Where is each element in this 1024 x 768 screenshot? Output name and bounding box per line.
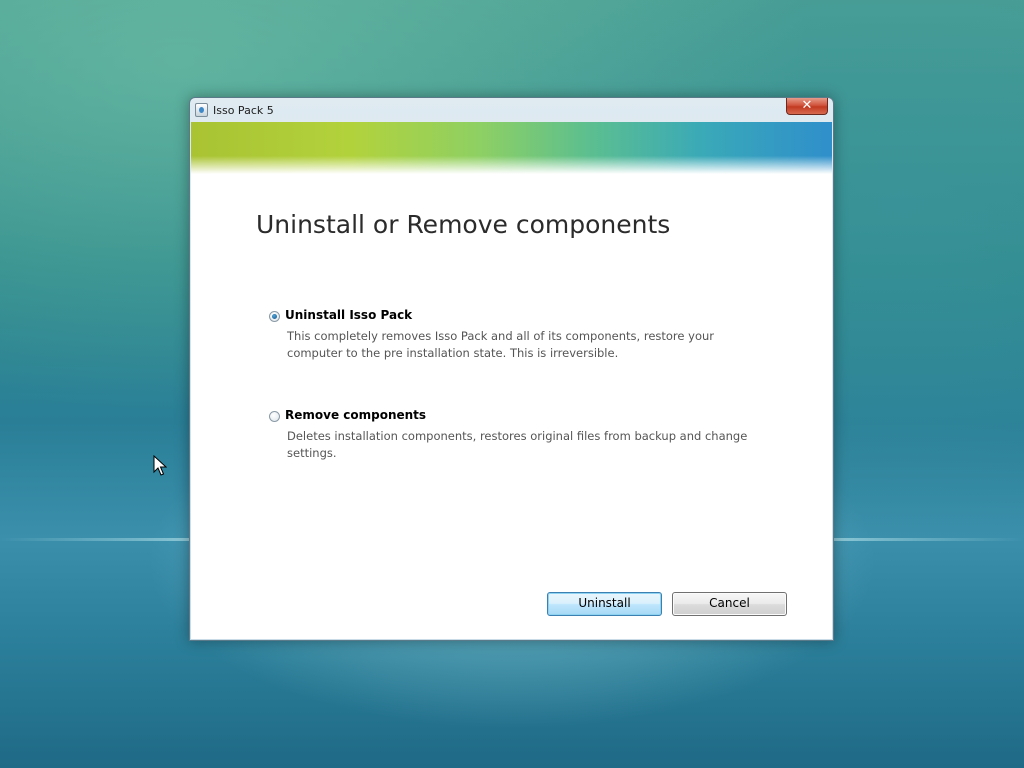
cancel-button[interactable]: Cancel — [672, 592, 787, 616]
desktop-background: Isso Pack 5 ✕ Uninstall or Remove compon… — [0, 0, 1024, 768]
close-icon: ✕ — [801, 98, 813, 113]
header-banner — [191, 122, 832, 174]
window-title: Isso Pack 5 — [213, 104, 274, 117]
uninstall-label[interactable]: Uninstall Isso Pack — [285, 308, 412, 322]
uninstall-button[interactable]: Uninstall — [547, 592, 662, 616]
dialog-content: Uninstall or Remove components Uninstall… — [191, 122, 832, 639]
uninstall-radio[interactable] — [269, 311, 280, 322]
remove-components-radio[interactable] — [269, 411, 280, 422]
remove-components-description: Deletes installation components, restore… — [287, 429, 748, 460]
uninstall-description: This completely removes Isso Pack and al… — [287, 329, 714, 360]
installer-icon — [195, 103, 208, 117]
close-button[interactable]: ✕ — [786, 98, 828, 115]
page-title: Uninstall or Remove components — [256, 210, 671, 239]
installer-window: Isso Pack 5 ✕ Uninstall or Remove compon… — [189, 97, 834, 641]
title-bar[interactable]: Isso Pack 5 ✕ — [190, 98, 833, 122]
remove-components-label[interactable]: Remove components — [285, 408, 426, 422]
mouse-pointer-icon — [153, 455, 167, 476]
